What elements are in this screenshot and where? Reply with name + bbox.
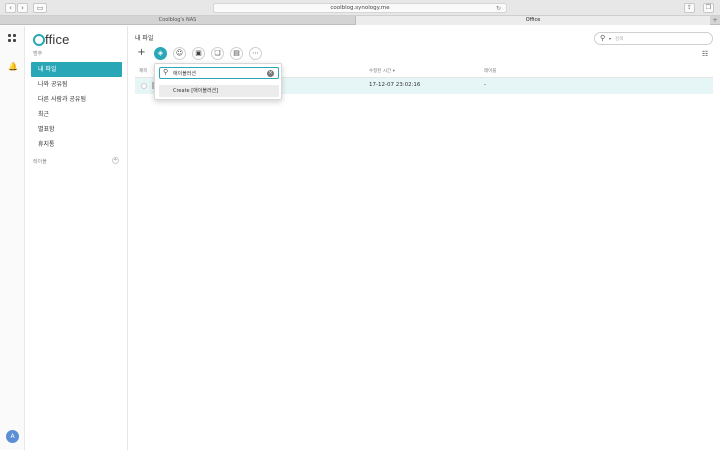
create-button[interactable]: + [135, 47, 148, 60]
browser-tab-office[interactable]: Office [355, 16, 710, 25]
avatar[interactable]: A [6, 430, 19, 443]
label-popup: ⚲ 애이블러션 × Create [애이블러션] [154, 63, 282, 100]
sidebar: ffice 범주 내 파일 나와 공유됨 다른 사람과 공유됨 최근 별표함 휴… [25, 26, 128, 450]
sidebar-item-recent[interactable]: 최근 [31, 107, 122, 122]
share-icon[interactable]: ⇪ [684, 3, 695, 13]
clear-icon[interactable]: × [267, 70, 274, 77]
label-input-value: 애이블러션 [173, 71, 197, 77]
sidebar-item-shared-with-others[interactable]: 다른 사람과 공유됨 [31, 92, 122, 107]
column-modified[interactable]: 수정된 시간 ▾ [369, 68, 395, 74]
tabs-overview-icon[interactable]: ❐ [703, 3, 714, 13]
create-label-option[interactable]: Create [애이블러션] [159, 85, 279, 97]
bell-icon[interactable]: 🔔 [8, 63, 18, 71]
browser-tab-nas[interactable]: Coolblog's NAS [0, 16, 355, 25]
office-logo: ffice [33, 32, 70, 47]
forward-icon[interactable]: › [17, 3, 28, 13]
sort-desc-icon: ▾ [392, 69, 395, 74]
browser-tab-strip: Coolblog's NAS Office + [0, 16, 720, 25]
view-toggle-icon[interactable]: ☷ [702, 50, 708, 58]
browser-toolbar: ‹ › ▭ coolblog.synology.me ↻ ⇪ ❐ [0, 0, 720, 16]
row-label: - [484, 82, 486, 88]
sidebar-nav: 내 파일 나와 공유됨 다른 사람과 공유됨 최근 별표함 휴지통 [31, 62, 122, 152]
copy-button[interactable]: ❏ [211, 47, 224, 60]
page-title: 내 파일 [135, 35, 154, 42]
column-title[interactable]: 제목 [139, 68, 147, 74]
share-user-button[interactable]: ☺ [173, 47, 186, 60]
delete-button[interactable]: ▤ [230, 47, 243, 60]
add-label-icon[interactable]: + [112, 157, 119, 164]
labels-section: 레이블 + [33, 157, 119, 165]
search-placeholder: 검색 [615, 37, 624, 42]
search-icon: ⚲ [600, 34, 606, 42]
app-rail: 🔔 A [0, 26, 25, 450]
apps-grid-icon[interactable] [8, 34, 16, 42]
label-search-field[interactable]: ⚲ 애이블러션 × [159, 67, 279, 79]
sidebar-item-trash[interactable]: 휴지통 [31, 137, 122, 152]
address-url: coolblog.synology.me [330, 5, 390, 11]
row-select-radio[interactable] [141, 83, 147, 89]
column-modified-label: 수정된 시간 [369, 69, 392, 74]
row-modified-time: 17-12-07 23:02:16 [369, 82, 421, 88]
office-logo-icon [33, 34, 45, 46]
sidebar-item-my-files[interactable]: 내 파일 [31, 62, 122, 77]
new-tab-icon[interactable]: + [710, 16, 720, 25]
label-tag-button[interactable]: ◈ [154, 47, 167, 60]
sidebar-toggle-icon[interactable]: ▭ [33, 3, 47, 13]
back-icon[interactable]: ‹ [5, 3, 16, 13]
sidebar-item-shared-with-me[interactable]: 나와 공유됨 [31, 77, 122, 92]
search-icon: ⚲ [163, 68, 169, 76]
labels-section-title: 레이블 [33, 159, 47, 165]
office-logo-text: ffice [45, 32, 70, 47]
move-folder-button[interactable]: ▣ [192, 47, 205, 60]
reload-icon[interactable]: ↻ [496, 4, 501, 13]
category-label: 범주 [33, 51, 43, 57]
search-box[interactable]: ⚲ ▾ 검색 [594, 32, 713, 45]
sidebar-item-starred[interactable]: 별표함 [31, 122, 122, 137]
column-label[interactable]: 레이블 [484, 68, 496, 74]
address-bar[interactable]: coolblog.synology.me ↻ [213, 3, 507, 13]
more-button[interactable]: ⋯ [249, 47, 262, 60]
chevron-down-icon[interactable]: ▾ [609, 36, 611, 41]
